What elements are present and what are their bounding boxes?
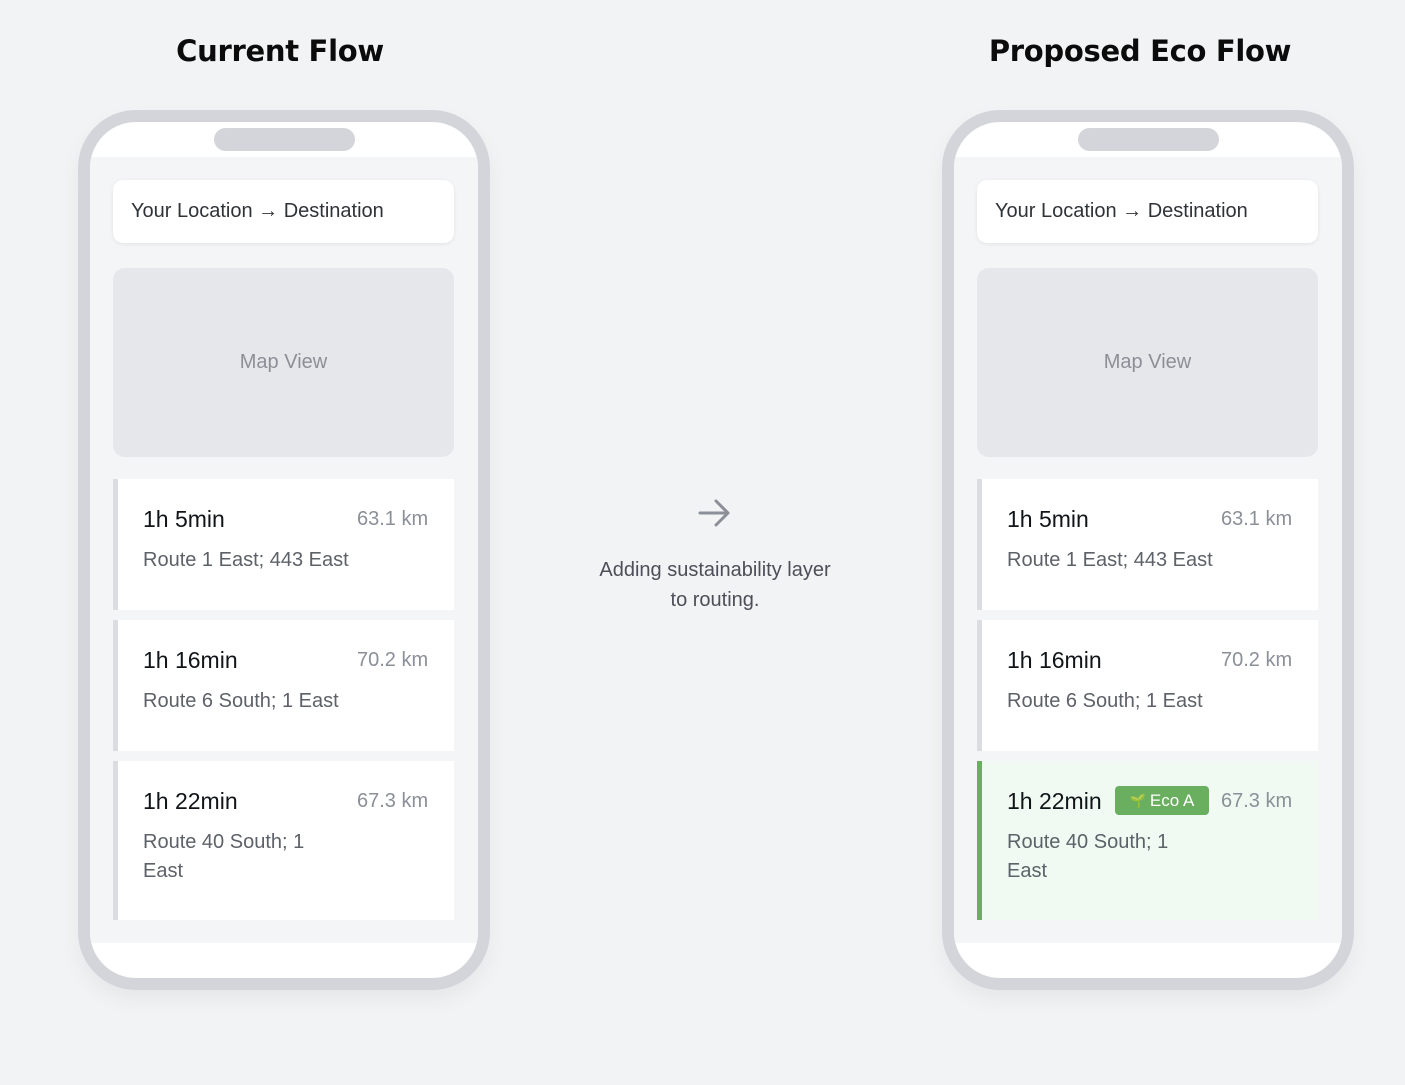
route-duration: 1h 5min [1007,506,1089,532]
route-option-card[interactable]: 1h 5min 63.1 km Route 1 East; 443 East [977,479,1318,610]
transition-caption-line-1: Adding sustainability layer [599,559,831,581]
eco-badge-label: Eco A [1149,790,1195,810]
proposed-flow-title: Proposed Eco Flow [988,34,1292,68]
transition-caption: Adding sustainability layer to routing. [560,555,870,615]
route-option-card[interactable]: 1h 16min 70.2 km Route 6 South; 1 East [113,620,454,751]
route-duration: 1h 16min [1007,647,1102,673]
eco-route-option-card[interactable]: 1h 22min 🌱 Eco A 67.3 km Route 40 South;… [977,761,1318,920]
phone-mockup-proposed: Your Location → Destination Map View 1h … [942,110,1354,990]
route-duration: 1h 22min [1007,788,1102,814]
route-search-bar[interactable]: Your Location → Destination [977,180,1318,243]
route-search-bar[interactable]: Your Location → Destination [113,180,454,243]
route-description: Route 1 East; 443 East [1007,549,1213,571]
route-option-card[interactable]: 1h 16min 70.2 km Route 6 South; 1 East [977,620,1318,751]
eco-rating-badge: 🌱 Eco A [1115,786,1209,815]
route-distance: 67.3 km [1221,790,1293,812]
route-distance: 63.1 km [1221,508,1293,530]
transition-caption-line-2: to routing. [670,589,760,611]
app-content: Your Location → Destination Map View 1h … [90,157,478,943]
route-option-card[interactable]: 1h 22min 67.3 km Route 40 South; 1 East [113,761,454,920]
arrow-right-icon [698,499,730,527]
map-view[interactable]: Map View [977,268,1318,457]
map-view-label: Map View [239,351,328,373]
route-duration: 1h 16min [143,647,238,673]
route-description: Route 40 South; 1 East [143,831,305,882]
route-option-card[interactable]: 1h 5min 63.1 km Route 1 East; 443 East [113,479,454,610]
route-description: Route 40 South; 1 East [1007,831,1169,882]
search-bar-text: Your Location → Destination [131,200,384,222]
route-description: Route 1 East; 443 East [143,549,349,571]
route-duration: 1h 5min [143,506,225,532]
current-flow-title: Current Flow [176,34,384,68]
route-duration: 1h 22min [143,788,238,814]
phone-notch [214,128,355,151]
route-description: Route 6 South; 1 East [1007,690,1203,712]
phone-notch [1078,128,1219,151]
map-view[interactable]: Map View [113,268,454,457]
search-bar-text: Your Location → Destination [995,200,1248,222]
route-distance: 67.3 km [357,790,429,812]
route-description: Route 6 South; 1 East [143,690,339,712]
route-distance: 63.1 km [357,508,429,530]
phone-screen: Your Location → Destination Map View 1h … [954,122,1342,978]
route-distance: 70.2 km [1221,649,1293,671]
phone-mockup-current: Your Location → Destination Map View 1h … [78,110,490,990]
route-distance: 70.2 km [357,649,429,671]
phone-screen: Your Location → Destination Map View 1h … [90,122,478,978]
leaf-icon: 🌱 [1129,792,1146,808]
map-view-label: Map View [1103,351,1192,373]
transition-annotation: Adding sustainability layer to routing. [560,495,870,615]
app-content: Your Location → Destination Map View 1h … [954,157,1342,943]
